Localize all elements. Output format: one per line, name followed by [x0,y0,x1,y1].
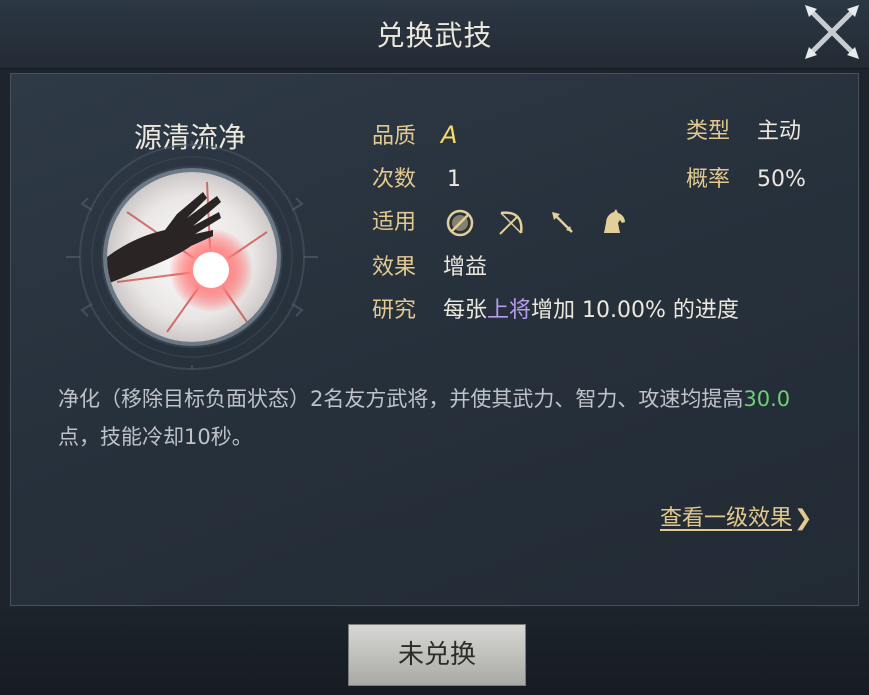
applicable-row: 适用 [372,208,416,238]
view-level1-effect-link[interactable]: 查看一级效果❯ [660,500,812,532]
research-label: 研究 [372,298,417,323]
quality-row: 品质 A [372,120,457,150]
rate-label: 概率 [686,167,731,192]
header-bar: 兑换武技 [0,0,869,69]
shield-icon [446,209,474,237]
dialog-title: 兑换武技 [376,19,493,52]
research-suffix: 增加 10.00% 的进度 [531,298,739,323]
skill-description: 净化（移除目标负面状态）2名友方武将，并使其武力、智力、攻速均提高30.0 点，技… [58,380,828,456]
rate-row: 概率 50% [686,165,806,195]
quality-value: A [441,121,458,149]
horse-icon [604,209,625,233]
effect-value: 增益 [443,255,488,280]
count-value: 1 [447,167,462,192]
applicable-label: 适用 [372,210,417,235]
type-value: 主动 [757,119,802,144]
description-text-end: 点，技能冷却10秒。 [58,425,253,449]
description-value: 30.0 [743,387,791,411]
count-label: 次数 [372,167,417,192]
chevron-right-icon: ❯ [794,506,813,531]
effect-label: 效果 [372,255,417,280]
research-highlight: 上将 [487,298,532,323]
close-x-icon[interactable] [803,3,861,61]
effect-row: 效果 增益 [372,253,487,283]
description-text: 净化（移除目标负面状态）2名友方武将，并使其武力、智力、攻速均提高 [58,387,744,411]
count-row: 次数 1 [372,165,461,195]
rate-value: 50% [757,167,806,192]
type-row: 类型 主动 [686,117,801,147]
quality-label: 品质 [372,124,417,149]
bow-icon [499,211,523,235]
type-label: 类型 [686,119,731,144]
view-level1-label: 查看一级效果 [660,506,793,531]
spear-icon [552,212,573,233]
research-row: 研究 每张上将增加 10.00% 的进度 [372,296,739,326]
exchange-button[interactable]: 未兑换 [348,624,526,686]
research-prefix: 每张 [443,298,488,323]
purify-hand-icon [103,168,281,346]
